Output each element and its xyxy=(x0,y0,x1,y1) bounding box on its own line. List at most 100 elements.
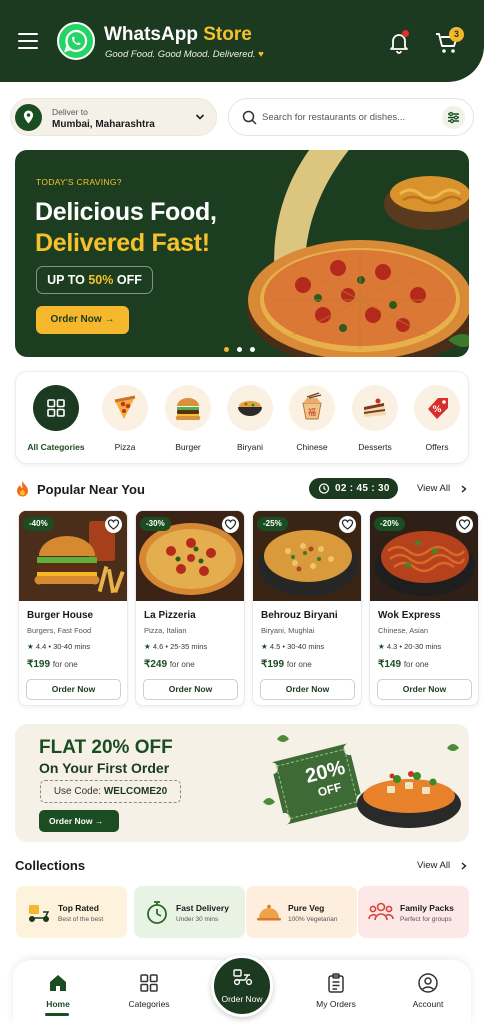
deal-timer: 02 : 45 : 30 xyxy=(309,478,398,499)
collection-top-rated[interactable]: Top Rated Best of the best xyxy=(16,886,127,938)
category-all[interactable]: All Categories xyxy=(25,385,87,452)
restaurant-name: Burger House xyxy=(27,610,94,621)
order-now-button[interactable]: Order Now xyxy=(260,679,355,700)
search-input[interactable]: Search for restaurants or dishes... xyxy=(262,112,405,123)
category-offers[interactable]: % Offers xyxy=(406,385,468,452)
nav-label: Account xyxy=(412,999,444,1009)
category-pizza[interactable]: Pizza xyxy=(94,385,156,452)
collection-title: Top Rated xyxy=(58,903,99,913)
nav-label: Home xyxy=(46,999,70,1009)
promo-banner[interactable]: FLAT 20% OFF On Your First Order Use Cod… xyxy=(15,724,469,842)
tagline: Good Food. Good Mood. Delivered. ♥ xyxy=(105,49,264,60)
search-bar[interactable]: Search for restaurants or dishes... xyxy=(228,98,474,136)
collection-subtitle: 100% Vegetarian xyxy=(288,916,338,923)
collection-subtitle: Under 30 mins xyxy=(176,916,219,923)
collection-pure-veg[interactable]: Pure Veg 100% Vegetarian xyxy=(246,886,357,938)
order-now-button[interactable]: Order Now xyxy=(377,679,472,700)
restaurant-cuisine: Pizza, Italian xyxy=(144,626,187,635)
promo-code-box[interactable]: Use Code: WELCOME20 xyxy=(40,780,181,803)
hero-kicker: TODAY'S CRAVING? xyxy=(36,177,122,187)
search-icon xyxy=(242,110,257,125)
burger-icon xyxy=(165,385,211,431)
hero-banner[interactable]: TODAY'S CRAVING? Delicious Food, Deliver… xyxy=(15,150,469,357)
carousel-dot[interactable] xyxy=(250,347,255,352)
restaurant-name: La Pizzeria xyxy=(144,610,196,621)
biryani-icon xyxy=(227,385,273,431)
collection-family-packs[interactable]: Family Packs Perfect for groups xyxy=(358,886,469,938)
whatsapp-logo-icon xyxy=(57,22,95,60)
scooter-icon xyxy=(29,905,50,922)
popular-section-title: Popular Near You xyxy=(37,482,145,497)
svg-text:福: 福 xyxy=(308,408,316,417)
discount-badge: -20% xyxy=(374,517,405,531)
heart-outline-icon xyxy=(341,519,354,530)
order-now-button[interactable]: Order Now xyxy=(143,679,238,700)
promo-subtitle: On Your First Order xyxy=(39,760,170,776)
chinese-box-icon: 福 xyxy=(289,385,335,431)
user-icon xyxy=(418,973,438,993)
filter-sliders-icon xyxy=(448,111,459,124)
hero-order-now-button[interactable]: Order Now → xyxy=(36,306,129,334)
category-biryani[interactable]: Biryani xyxy=(219,385,281,452)
chevron-right-icon[interactable] xyxy=(460,862,468,870)
collection-title: Family Packs xyxy=(400,903,454,913)
category-desserts[interactable]: Desserts xyxy=(344,385,406,452)
group-icon xyxy=(368,902,394,921)
app-header: WhatsApp Store Good Food. Good Mood. Del… xyxy=(0,0,484,82)
restaurant-meta: ★ 4.4 • 30-40 mins xyxy=(27,642,91,651)
discount-badge: -25% xyxy=(257,517,288,531)
brand-title: WhatsApp Store xyxy=(104,24,252,45)
category-chinese[interactable]: 福 Chinese xyxy=(281,385,343,452)
collections-view-all-link[interactable]: View All xyxy=(417,860,450,871)
favorite-button[interactable] xyxy=(222,516,239,533)
nav-label: My Orders xyxy=(316,999,356,1009)
collection-title: Pure Veg xyxy=(288,903,325,913)
restaurant-card[interactable]: -40% Burger House Burgers, Fast Food ★ 4… xyxy=(18,510,128,706)
arrow-right-icon: → xyxy=(104,314,115,325)
delivery-scooter-icon xyxy=(233,969,253,986)
category-strip: All Categories Pizza Burger Biryani 福 Ch… xyxy=(15,371,469,464)
restaurant-price: ₹199 for one xyxy=(261,659,312,670)
restaurant-cuisine: Burgers, Fast Food xyxy=(27,626,92,635)
restaurant-meta: ★ 4.5 • 30-40 mins xyxy=(261,642,325,651)
alarm-clock-icon xyxy=(318,483,330,494)
promo-order-now-button[interactable]: Order Now → xyxy=(39,810,119,832)
category-label: Burger xyxy=(175,442,201,452)
nav-home[interactable]: Home xyxy=(23,972,93,1009)
carousel-dot[interactable] xyxy=(224,347,229,352)
stopwatch-icon xyxy=(147,901,167,924)
category-burger[interactable]: Burger xyxy=(157,385,219,452)
popular-view-all-link[interactable]: View All xyxy=(417,483,450,494)
restaurant-card[interactable]: -25% Behrouz Biryani Biryani, Mughlai ★ … xyxy=(252,510,362,706)
order-now-button[interactable]: Order Now xyxy=(26,679,121,700)
restaurant-card[interactable]: -20% Wok Express Chinese, Asian ★ 4.3 • … xyxy=(369,510,479,706)
location-label: Deliver to xyxy=(52,107,88,117)
promo-title: FLAT 20% OFF xyxy=(39,737,173,758)
restaurant-name: Behrouz Biryani xyxy=(261,610,338,621)
heart-icon: ♥ xyxy=(258,49,264,60)
restaurant-card[interactable]: -30% La Pizzeria Pizza, Italian ★ 4.6 • … xyxy=(135,510,245,706)
restaurant-cuisine: Biryani, Mughlai xyxy=(261,626,315,635)
timer-value: 02 : 45 : 30 xyxy=(335,483,390,494)
location-selector[interactable]: Deliver to Mumbai, Maharashtra xyxy=(10,98,217,136)
nav-account[interactable]: Account xyxy=(393,972,463,1009)
favorite-button[interactable] xyxy=(456,516,473,533)
filter-button[interactable] xyxy=(442,106,465,129)
discount-badge: -30% xyxy=(140,517,171,531)
favorite-button[interactable] xyxy=(339,516,356,533)
cart-count-badge: 3 xyxy=(449,27,464,42)
collection-fast-delivery[interactable]: Fast Delivery Under 30 mins xyxy=(134,886,245,938)
nav-categories[interactable]: Categories xyxy=(114,972,184,1009)
carousel-dot[interactable] xyxy=(237,347,242,352)
favorite-button[interactable] xyxy=(105,516,122,533)
restaurant-price: ₹149 for one xyxy=(378,659,429,670)
carousel-dots[interactable] xyxy=(224,339,263,357)
restaurant-meta: ★ 4.6 • 25-35 mins xyxy=(144,642,208,651)
nav-order-now-button[interactable]: Order Now xyxy=(211,955,273,1017)
chevron-right-icon[interactable] xyxy=(460,485,468,493)
menu-icon[interactable] xyxy=(18,33,38,49)
nav-my-orders[interactable]: My Orders xyxy=(301,972,371,1009)
star-icon: ★ xyxy=(378,642,385,651)
star-icon: ★ xyxy=(144,642,151,651)
nav-active-indicator xyxy=(45,1013,69,1016)
